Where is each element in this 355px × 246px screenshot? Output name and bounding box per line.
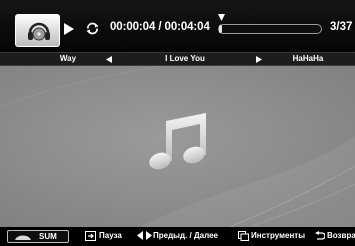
arrow-left-icon[interactable]: [106, 56, 112, 63]
remote-hints-bar: SUM Пауза Предыд. / Далее Инструменты Во…: [0, 227, 355, 246]
album-art-area: [0, 66, 355, 227]
progress-fill: [219, 25, 223, 33]
tools-icon: [238, 231, 249, 241]
sum-button[interactable]: SUM: [7, 230, 69, 243]
playlist-navigation: Way I Love You HaHaHa: [0, 52, 355, 66]
tools-hint[interactable]: Инструменты: [251, 231, 305, 240]
playback-time: 00:00:04 / 00:04:04: [110, 21, 210, 33]
previous-track-title[interactable]: Way: [60, 54, 76, 63]
return-icon: [315, 231, 325, 240]
sum-remote-icon: [15, 235, 31, 240]
music-note-icon: [149, 113, 206, 170]
return-hint[interactable]: Возвра: [327, 231, 355, 240]
prev-next-hint[interactable]: Предыд. / Далее: [153, 231, 218, 240]
arrow-right-icon[interactable]: [256, 56, 262, 63]
cd-headphones-icon: [28, 22, 50, 41]
album-art-thumbnail: [15, 14, 60, 47]
pause-hint[interactable]: Пауза: [99, 231, 122, 240]
current-track-title: I Love You: [165, 54, 205, 63]
sum-label: SUM: [39, 232, 57, 241]
next-track-title[interactable]: HaHaHa: [293, 54, 324, 63]
track-counter: 3/37: [330, 21, 353, 33]
progress-bar[interactable]: [218, 24, 322, 34]
enter-icon: [85, 231, 96, 241]
progress-marker-icon: [218, 14, 225, 21]
player-control-bar: 00:00:04 / 00:04:04 3/37: [0, 0, 355, 52]
play-icon[interactable]: [64, 23, 74, 35]
left-right-arrows-icon: [137, 231, 152, 240]
repeat-icon[interactable]: [85, 21, 100, 36]
